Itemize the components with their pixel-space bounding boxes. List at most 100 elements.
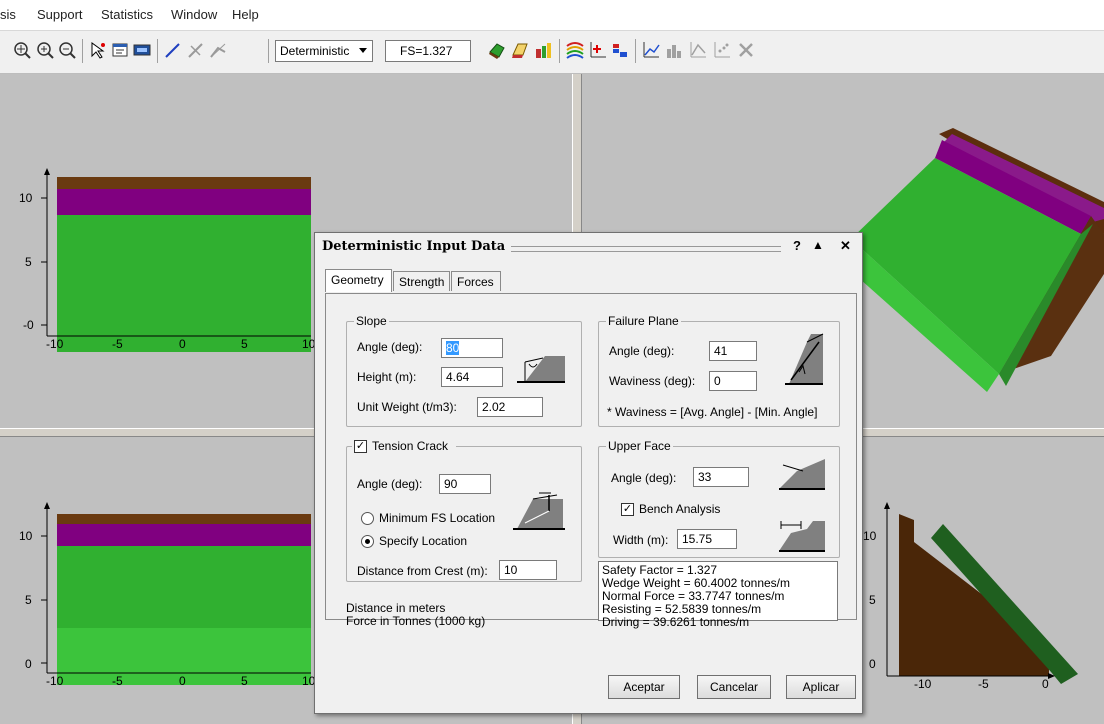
cancel-button[interactable]: Cancelar: [697, 675, 771, 699]
chart2-icon[interactable]: [664, 40, 684, 60]
tension-crack-checkbox[interactable]: ✓: [354, 440, 367, 453]
distance-from-crest-label: Distance from Crest (m):: [357, 564, 488, 578]
failure-angle-label: Angle (deg):: [609, 344, 675, 358]
perspective-icon[interactable]: [510, 40, 530, 60]
close-button[interactable]: ✕: [840, 238, 851, 254]
tab-strength[interactable]: Strength: [393, 271, 450, 291]
tension-crack-diagram-icon: [513, 492, 565, 530]
results-box: Safety Factor = 1.327 Wedge Weight = 60.…: [598, 561, 838, 629]
result-line: Driving = 39.6261 tonnes/m: [602, 615, 750, 629]
brown-layer: [57, 514, 311, 524]
display-icon[interactable]: [132, 40, 152, 60]
slope-group: Slope Angle (deg): 80 Height (m): 4.64 U…: [346, 314, 582, 427]
y-tick-label: 10: [863, 529, 877, 543]
legend-icon[interactable]: [588, 40, 608, 60]
units-force-note: Force in Tonnes (1000 kg): [346, 614, 486, 628]
bench-width-label: Width (m):: [613, 533, 669, 547]
upper-face-angle-input[interactable]: 33: [693, 467, 749, 487]
zoom-all-icon[interactable]: [12, 40, 32, 60]
failure-angle-input[interactable]: 41: [709, 341, 757, 361]
crack-angle-label: Angle (deg):: [357, 477, 423, 491]
purple-layer: [57, 524, 311, 546]
unit-weight-label: Unit Weight (t/m3):: [357, 400, 457, 414]
y-tick-label: 0: [869, 657, 876, 671]
bench-analysis-checkbox[interactable]: ✓: [621, 503, 634, 516]
specify-location-radio[interactable]: [361, 535, 374, 548]
tension-crack-header: ✓ Tension Crack: [352, 439, 456, 453]
y-tick-label: 10: [19, 191, 33, 205]
min-fs-location-label: Minimum FS Location: [379, 511, 496, 525]
upper-face-angle-label: Angle (deg):: [611, 471, 677, 485]
toolbar-separator: [559, 39, 560, 63]
ok-button[interactable]: Aceptar: [608, 675, 680, 699]
slope-angle-value: 80: [446, 341, 460, 355]
x-tick-label: 0: [179, 337, 186, 351]
unit-weight-input[interactable]: 2.02: [477, 397, 543, 417]
help-button[interactable]: ?: [793, 238, 801, 253]
bar-chart-icon[interactable]: [641, 40, 661, 60]
toolbar-separator: [268, 39, 269, 63]
dialog-title: Deterministic Input Data: [322, 239, 506, 254]
menu-analysis[interactable]: sis: [0, 7, 16, 22]
bench-width-input[interactable]: 15.75: [677, 529, 737, 549]
render-icon[interactable]: [487, 40, 507, 60]
y-axis-arrow: [44, 168, 50, 175]
safety-factor-display: FS=1.327: [385, 40, 471, 62]
toolbar-separator: [157, 39, 158, 63]
tension-crack-label: Tension Crack: [372, 439, 449, 453]
apply-button[interactable]: Aplicar: [786, 675, 856, 699]
menu-statistics[interactable]: Statistics: [101, 7, 153, 22]
menu-help[interactable]: Help: [232, 7, 259, 22]
y-tick-label: -0: [23, 318, 34, 332]
x-tick-label: -10: [914, 677, 932, 691]
scatter-chart-icon[interactable]: [712, 40, 732, 60]
line-icon[interactable]: [163, 40, 183, 60]
properties-icon[interactable]: [110, 40, 130, 60]
hide-icon[interactable]: [186, 40, 206, 60]
menu-window[interactable]: Window: [171, 7, 217, 22]
chart3-icon[interactable]: [688, 40, 708, 60]
waviness-input[interactable]: 0: [709, 371, 757, 391]
chart-icon[interactable]: [610, 40, 630, 60]
x-tick-label: -10: [46, 337, 64, 351]
y-tick-label: 10: [19, 529, 33, 543]
crack-angle-input[interactable]: 90: [439, 474, 491, 494]
collapse-button[interactable]: ▲: [812, 238, 824, 252]
tab-geometry[interactable]: Geometry: [325, 269, 392, 292]
y-tick-label: 0: [25, 657, 32, 671]
y-axis-arrow: [44, 502, 50, 509]
color-icon[interactable]: [533, 40, 553, 60]
x-tick-label: -10: [46, 674, 64, 688]
y-tick-label: 5: [25, 255, 32, 269]
failure-plane-diagram-icon: [785, 333, 824, 385]
safety-factor-value: FS=1.327: [400, 44, 453, 58]
zoom-in-icon[interactable]: [35, 40, 55, 60]
slope-height-input[interactable]: 4.64: [441, 367, 503, 387]
distance-from-crest-input[interactable]: 10: [499, 560, 557, 580]
pointer-icon[interactable]: [88, 40, 108, 60]
toolbar-separator: [82, 39, 83, 63]
menu-bar: sis Support Statistics Window Help: [0, 0, 1104, 31]
units-distance-note: Distance in meters: [346, 601, 446, 615]
x-tick-label: 0: [1042, 677, 1049, 691]
chevron-down-icon[interactable]: [359, 48, 367, 53]
slope-angle-input[interactable]: 80: [441, 338, 503, 358]
toolbar: Deterministic FS=1.327: [0, 31, 1104, 74]
min-fs-location-radio[interactable]: [361, 512, 374, 525]
toolbar-separator: [635, 39, 636, 63]
contour-icon[interactable]: [565, 40, 585, 60]
upper-face-diagram-icon: [779, 459, 825, 490]
green-layer: [57, 546, 311, 628]
zoom-out-icon[interactable]: [57, 40, 77, 60]
waviness-label: Waviness (deg):: [609, 374, 696, 388]
failure-plane-group: Failure Plane Angle (deg): 41 Waviness (…: [598, 314, 840, 427]
x-tick-label: -5: [978, 677, 989, 691]
menu-support[interactable]: Support: [37, 7, 83, 22]
title-grip: [511, 246, 781, 252]
bench-diagram-icon: [779, 521, 825, 552]
analysis-mode-select[interactable]: Deterministic: [275, 40, 373, 62]
measure-icon[interactable]: [208, 40, 228, 60]
close-chart-icon[interactable]: [736, 40, 756, 60]
y-tick-label: 5: [25, 593, 32, 607]
tab-forces[interactable]: Forces: [451, 271, 501, 291]
